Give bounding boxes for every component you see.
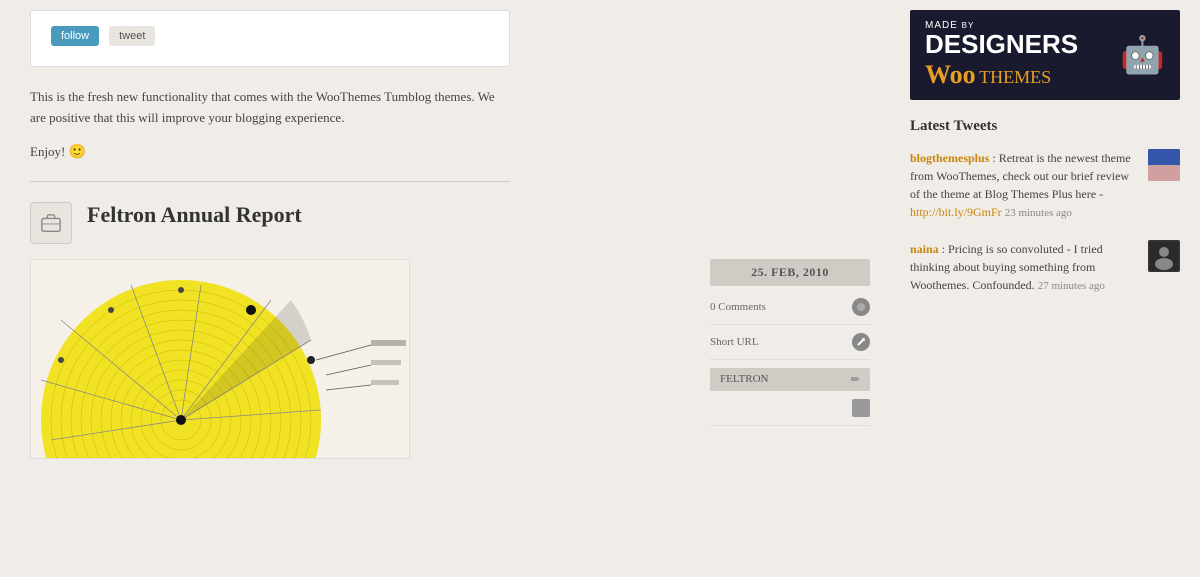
avatar-flag-icon [1148, 149, 1180, 181]
enjoy-text: Enjoy! 🙂 [30, 144, 870, 161]
ad-designers-text: DESIGNERS [925, 29, 1078, 59]
post-meta-column: 25. FEB, 2010 0 Comments Short URL [710, 259, 870, 434]
short-url-label: Short URL [710, 336, 759, 348]
ad-themes-text: THEMES [979, 67, 1051, 87]
tag-label: FELTRON [720, 373, 769, 385]
tweet-item-2: naina : Pricing is so convoluted - I tri… [910, 240, 1180, 295]
post-body: 25. FEB, 2010 0 Comments Short URL [30, 259, 870, 459]
avatar-naina-icon [1148, 240, 1180, 272]
short-url-icon [852, 333, 870, 351]
tweet-text-2: naina : Pricing is so convoluted - I tri… [910, 240, 1140, 295]
extra-meta-icon [852, 399, 870, 417]
date-badge: 25. FEB, 2010 [710, 259, 870, 286]
emoji-icon: 🙂 [69, 145, 86, 160]
ad-character: 🤖 [1120, 34, 1165, 76]
tweet-text-1: blogthemesplus : Retreat is the newest t… [910, 149, 1140, 222]
top-post-widget: follow tweet [30, 10, 510, 67]
comments-icon [852, 298, 870, 316]
tweet-username-2[interactable]: naina [910, 242, 939, 256]
tweet-time-2: 27 minutes ago [1038, 280, 1105, 292]
featured-post-header: Feltron Annual Report [30, 202, 870, 244]
tweet-button[interactable]: tweet [109, 26, 155, 46]
tweet-avatar-1 [1148, 149, 1180, 181]
section-divider [30, 181, 510, 182]
post-title: Feltron Annual Report [87, 202, 302, 228]
follow-button[interactable]: follow [51, 26, 99, 46]
tweet-link-1[interactable]: http://bit.ly/9GmFr [910, 205, 1002, 219]
post-image-column [30, 259, 690, 459]
sidebar: MADE BY DESIGNERS Woo THEMES 🤖 Latest Tw… [900, 0, 1200, 577]
latest-tweets-title: Latest Tweets [910, 118, 1180, 135]
ad-woo-text: Woo [925, 60, 976, 89]
feltron-chart-svg [31, 260, 410, 459]
post-type-icon [30, 202, 72, 244]
chart-image [30, 259, 410, 459]
extra-meta [710, 399, 870, 426]
tag-badge[interactable]: FELTRON ✏ [710, 368, 870, 391]
tweet-time-1: 23 minutes ago [1005, 207, 1072, 219]
tweet-username-1[interactable]: blogthemesplus [910, 151, 989, 165]
main-content: follow tweet This is the fresh new funct… [0, 0, 900, 577]
briefcase-icon [40, 212, 62, 234]
comments-meta: 0 Comments [710, 298, 870, 325]
intro-paragraph: This is the fresh new functionality that… [30, 87, 510, 129]
sidebar-ad-banner[interactable]: MADE BY DESIGNERS Woo THEMES 🤖 [910, 10, 1180, 100]
tweet-avatar-2 [1148, 240, 1180, 272]
tweet-item-1: blogthemesplus : Retreat is the newest t… [910, 149, 1180, 222]
comments-label: 0 Comments [710, 301, 766, 313]
enjoy-label: Enjoy! [30, 144, 65, 159]
pencil-icon: ✏ [851, 373, 860, 386]
short-url-meta[interactable]: Short URL [710, 333, 870, 360]
